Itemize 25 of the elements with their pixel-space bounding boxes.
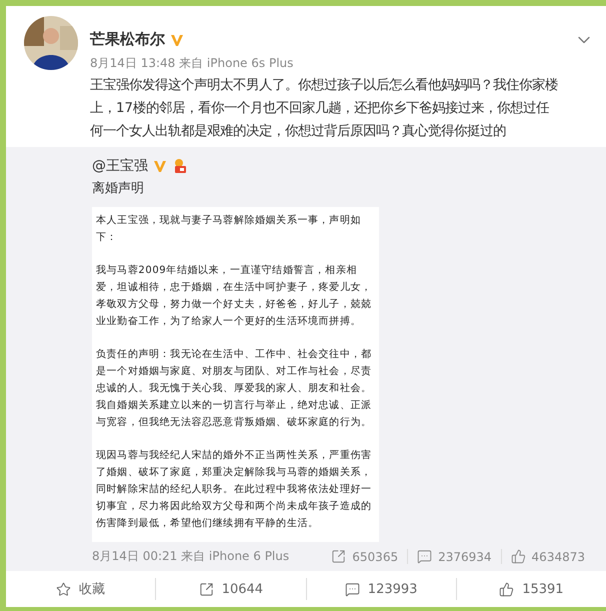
author-name[interactable]: 芒果松布尔 [90, 30, 165, 49]
share-icon [331, 549, 346, 564]
thumbs-up-icon [499, 582, 514, 596]
comment-button[interactable]: 123993 [306, 578, 456, 600]
thumbs-up-icon [510, 549, 526, 564]
reposted-title: 离婚声明 [92, 180, 145, 197]
statement-paragraph: 负责任的声明：我无论在生活中、工作中、社会交往中，都是一个对婚姻与家庭、对朋友与团队、对工作与社会，尽责忠诚的人。我无愧于关心我、厚爱我的家人、朋友和社会。我自婚姻关系建立以来的一切言行与举止，绝对忠诚、正派与宽容，但我绝无法容忍恶意背叛婚姻、破坏家庭的行为。 [96, 348, 373, 430]
statement-paragraph: 我与马蓉2009年结婚以来，一直谨守结婚誓言，相亲相爱，坦诚相待，忠于婚姻，在生活中呵护妻子，疼爱儿女，孝敬双方父母，努力做一个好丈夫，好爸爸，好儿子，兢兢业业勤奋工作，为了给家人一个更好的生活环境而拼搏。 [96, 264, 373, 329]
post-meta: 8月14日 13:48 来自 iPhone 6s Plus [90, 55, 294, 72]
favorite-button[interactable]: 收藏 [6, 578, 156, 600]
comment-icon [344, 582, 360, 596]
comment-count[interactable]: 2376934 [407, 549, 501, 564]
reposted-author[interactable]: @王宝强 [92, 157, 148, 175]
repost-count[interactable]: 650365 [322, 549, 408, 564]
like-button[interactable]: 15391 [456, 578, 606, 600]
statement-paragraph: 现因马蓉与我经纪人宋喆的婚外不正当两性关系，严重伤害了婚姻、破坏了家庭，郑重决定解除我与马蓉的婚姻关系，同时解除宋喆的经纪人职务。在此过程中我将依法处理好一切事宜，尽力将因此给双方父母和两个尚未成年孩子造成的伤害降到最低，希望他们继续拥有平静的生活。 [96, 448, 373, 531]
reposted-meta: 8月14日 00:21 来自 iPhone 6 Plus [92, 548, 290, 565]
comment-icon [417, 549, 432, 564]
repost-button[interactable]: 10644 [155, 578, 306, 600]
like-count[interactable]: 4634873 [500, 549, 594, 564]
share-icon [198, 582, 214, 596]
statement-paragraph: 本人王宝强，现就与妻子马蓉解除婚姻关系一事，声明如下： [96, 214, 362, 245]
star-icon [56, 582, 72, 596]
post-text: 王宝强你发得这个声明太不男人了。你想过孩子以后怎么看他妈妈吗？我住你家楼上，17楼的邻居，看你一个月也不回家几趟，还把你乡下爸妈接过来，你想过任何一个女人出轨都是艰难的决定，你想过背后原因吗？真心觉得你挺过的 [90, 76, 559, 141]
avatar[interactable] [24, 16, 78, 70]
